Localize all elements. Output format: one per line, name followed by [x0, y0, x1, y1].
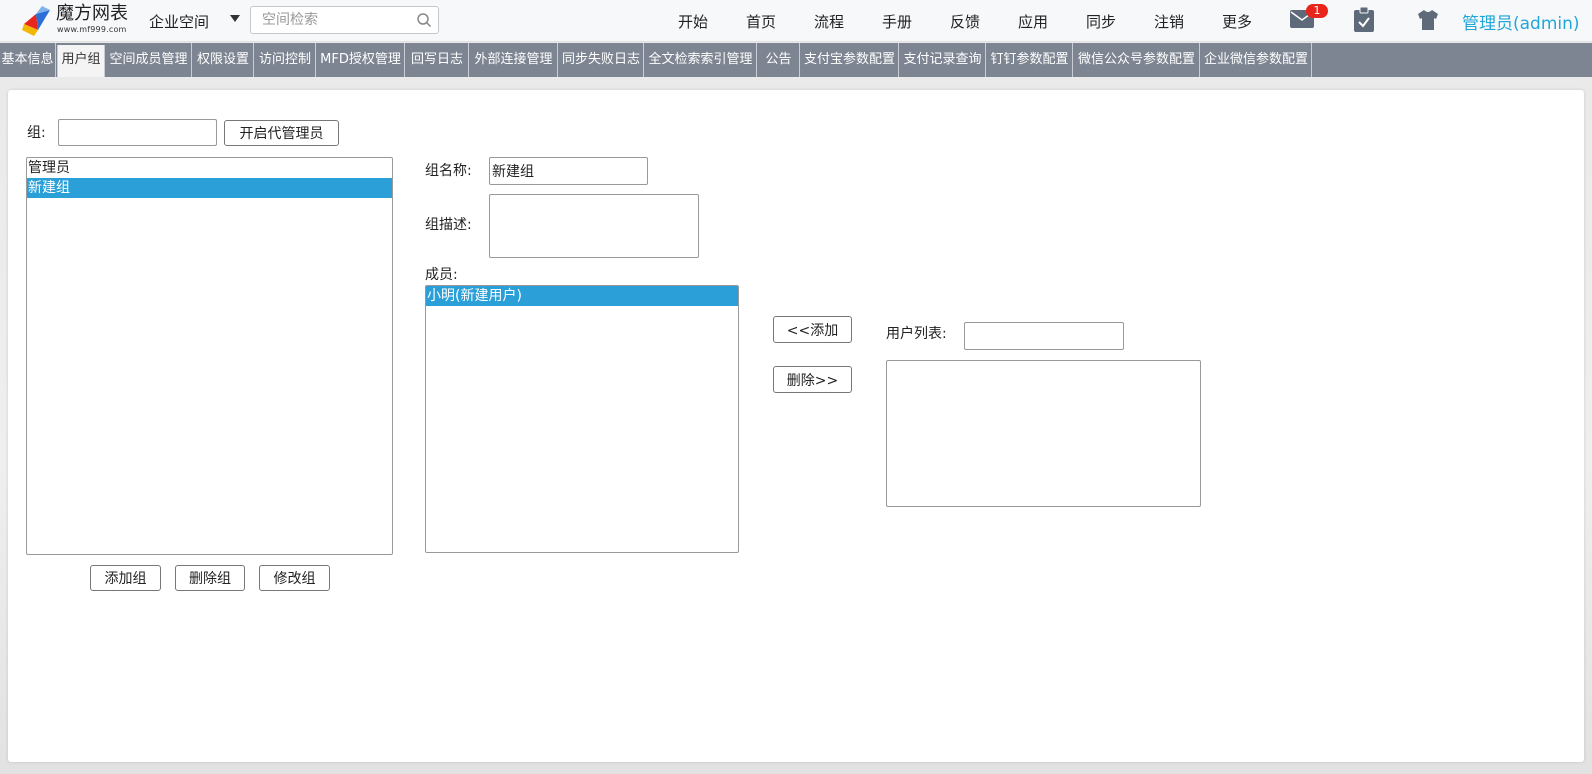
- nav-more[interactable]: 更多: [1222, 11, 1252, 32]
- tab-space-members[interactable]: 空间成员管理: [106, 43, 192, 77]
- mail-count-badge: 1: [1306, 4, 1328, 18]
- tab-permissions[interactable]: 权限设置: [193, 43, 254, 77]
- group-listbox[interactable]: 管理员 新建组: [26, 157, 393, 555]
- tab-dingtalk-config[interactable]: 钉钉参数配置: [987, 43, 1073, 77]
- space-selector-label[interactable]: 企业空间: [149, 11, 209, 32]
- user-list-label: 用户列表:: [886, 326, 947, 342]
- tab-announcements[interactable]: 公告: [758, 43, 800, 77]
- tab-basic-info[interactable]: 基本信息: [0, 43, 56, 77]
- nav-logout[interactable]: 注销: [1154, 11, 1184, 32]
- nav-workflow[interactable]: 流程: [814, 11, 844, 32]
- list-item-group-admin[interactable]: 管理员: [27, 158, 392, 178]
- add-group-button[interactable]: 添加组: [90, 565, 161, 591]
- nav-manual[interactable]: 手册: [882, 11, 912, 32]
- members-label: 成员:: [425, 267, 458, 283]
- user-listbox[interactable]: [886, 360, 1201, 507]
- nav-apps[interactable]: 应用: [1018, 11, 1048, 32]
- brand-name: 魔方网表: [56, 3, 128, 24]
- members-listbox[interactable]: 小明(新建用户): [425, 285, 739, 553]
- nav-start[interactable]: 开始: [678, 11, 708, 32]
- tab-wechat-official-config[interactable]: 微信公众号参数配置: [1074, 43, 1200, 77]
- remove-member-button[interactable]: 删除>>: [773, 366, 852, 393]
- settings-tabbar: 基本信息 用户组 空间成员管理 权限设置 访问控制 MFD授权管理 回写日志 外…: [0, 43, 1592, 77]
- tab-payment-records[interactable]: 支付记录查询: [900, 43, 986, 77]
- group-description-textarea[interactable]: [489, 194, 699, 258]
- space-search: [250, 6, 439, 34]
- tab-alipay-config[interactable]: 支付宝参数配置: [801, 43, 899, 77]
- group-description-label: 组描述:: [425, 217, 472, 233]
- tab-access-control[interactable]: 访问控制: [255, 43, 316, 77]
- group-name-input[interactable]: [489, 157, 648, 185]
- theme-shirt-icon[interactable]: [1416, 9, 1440, 31]
- tab-wecom-config[interactable]: 企业微信参数配置: [1201, 43, 1312, 77]
- nav-home[interactable]: 首页: [746, 11, 776, 32]
- search-icon[interactable]: [416, 12, 432, 28]
- tab-writeback-log[interactable]: 回写日志: [406, 43, 469, 77]
- clipboard-check-icon[interactable]: [1353, 7, 1375, 33]
- nav-feedback[interactable]: 反馈: [950, 11, 980, 32]
- tab-fulltext-index[interactable]: 全文检索索引管理: [645, 43, 757, 77]
- list-item-member[interactable]: 小明(新建用户): [426, 286, 738, 306]
- list-item-group-new[interactable]: 新建组: [27, 178, 392, 198]
- tab-sync-failure-log[interactable]: 同步失败日志: [559, 43, 644, 77]
- add-member-button[interactable]: <<添加: [773, 316, 852, 343]
- group-filter-label: 组:: [27, 125, 46, 141]
- user-group-panel: 组: 开启代管理员 管理员 新建组 添加组 删除组 修改组 组名称: 组描述: …: [8, 90, 1584, 762]
- tab-user-groups[interactable]: 用户组: [57, 45, 105, 77]
- tab-mfd-license[interactable]: MFD授权管理: [317, 43, 405, 77]
- delete-group-button[interactable]: 删除组: [175, 565, 245, 591]
- brand-url: www.mf999.com: [57, 25, 127, 34]
- nav-sync[interactable]: 同步: [1086, 11, 1116, 32]
- app-logo-icon[interactable]: [20, 4, 52, 36]
- tab-external-connections[interactable]: 外部连接管理: [470, 43, 558, 77]
- top-header: 魔方网表 www.mf999.com 企业空间 开始 首页 流程 手册 反馈 应…: [0, 0, 1592, 42]
- caret-down-icon[interactable]: [230, 15, 240, 22]
- space-search-input[interactable]: [251, 7, 401, 33]
- enable-deputy-admin-button[interactable]: 开启代管理员: [224, 120, 339, 146]
- current-user-link[interactable]: 管理员(admin): [1462, 9, 1580, 34]
- edit-group-button[interactable]: 修改组: [259, 565, 330, 591]
- group-name-label: 组名称:: [425, 163, 472, 179]
- user-list-filter-input[interactable]: [964, 322, 1124, 350]
- group-filter-input[interactable]: [58, 119, 217, 146]
